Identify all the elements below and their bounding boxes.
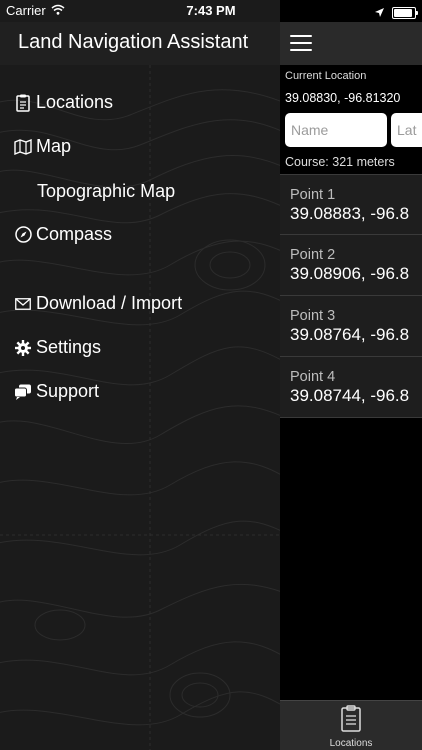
menu-item-label: Compass: [36, 224, 113, 244]
app-title: Land Navigation Assistant: [18, 31, 249, 53]
menu-item-label: Settings: [36, 337, 102, 357]
menu-item-topographic-map[interactable]: Topographic Map: [37, 181, 175, 202]
tab-label: Locations: [329, 738, 373, 749]
status-indicators: [375, 4, 418, 22]
menu-item-compass[interactable]: Compass: [14, 224, 112, 245]
nav-bar: [280, 22, 422, 65]
status-time: 7:43 PM: [186, 3, 236, 18]
location-arrow-icon: [375, 4, 384, 22]
drawer-header: Land Navigation Assistant: [0, 22, 280, 65]
clipboard-icon: [14, 94, 32, 112]
point-name: Point 3: [290, 308, 336, 324]
list-item[interactable]: Point 3 39.08764, -96.8: [280, 296, 422, 357]
point-name: Point 1: [290, 187, 336, 203]
menu-item-label: Download / Import: [36, 293, 183, 313]
point-coords: 39.08744, -96.8: [290, 386, 410, 405]
envelope-icon: [14, 295, 32, 313]
menu-item-download-import[interactable]: Download / Import: [14, 293, 182, 314]
point-coords: 39.08883, -96.8: [290, 204, 410, 223]
clipboard-icon: [340, 705, 362, 736]
tab-bar: Locations: [280, 700, 422, 750]
list-item[interactable]: Point 1 39.08883, -96.8: [280, 174, 422, 235]
list-item[interactable]: Point 2 39.08906, -96.8: [280, 235, 422, 296]
chat-bubbles-icon: [14, 383, 32, 401]
point-name: Point 2: [290, 247, 336, 263]
point-coords: 39.08764, -96.8: [290, 325, 410, 344]
tab-locations[interactable]: Locations: [280, 705, 422, 749]
point-name: Point 4: [290, 369, 336, 385]
menu-item-settings[interactable]: Settings: [14, 337, 101, 358]
battery-icon: [392, 7, 418, 19]
menu-item-support[interactable]: Support: [14, 381, 99, 402]
list-item[interactable]: Point 4 39.08744, -96.8: [280, 357, 422, 418]
hamburger-menu-icon[interactable]: [290, 35, 312, 51]
menu-item-map[interactable]: Map: [14, 136, 71, 157]
current-location-coords: 39.08830, -96.81320: [285, 91, 401, 105]
name-input[interactable]: [285, 113, 387, 147]
gear-icon: [14, 339, 32, 357]
latitude-input[interactable]: [391, 113, 422, 147]
course-distance: Course: 321 meters: [285, 155, 395, 169]
menu-item-label: Support: [36, 381, 100, 401]
topographic-background: [0, 65, 280, 750]
point-coords: 39.08906, -96.8: [290, 264, 410, 283]
points-list: Point 1 39.08883, -96.8 Point 2 39.08906…: [280, 174, 422, 418]
menu-item-locations[interactable]: Locations: [14, 92, 113, 113]
status-bar: Carrier 7:43 PM: [0, 0, 422, 22]
locations-panel: Current Location 39.08830, -96.81320 Cou…: [280, 0, 422, 750]
menu-item-label: Locations: [36, 92, 114, 112]
compass-icon: [14, 226, 32, 244]
current-location-label: Current Location: [285, 70, 367, 82]
side-drawer: Land Navigation Assistant Locations Map …: [0, 0, 280, 750]
map-icon: [14, 138, 32, 156]
menu-item-label: Map: [36, 136, 72, 156]
